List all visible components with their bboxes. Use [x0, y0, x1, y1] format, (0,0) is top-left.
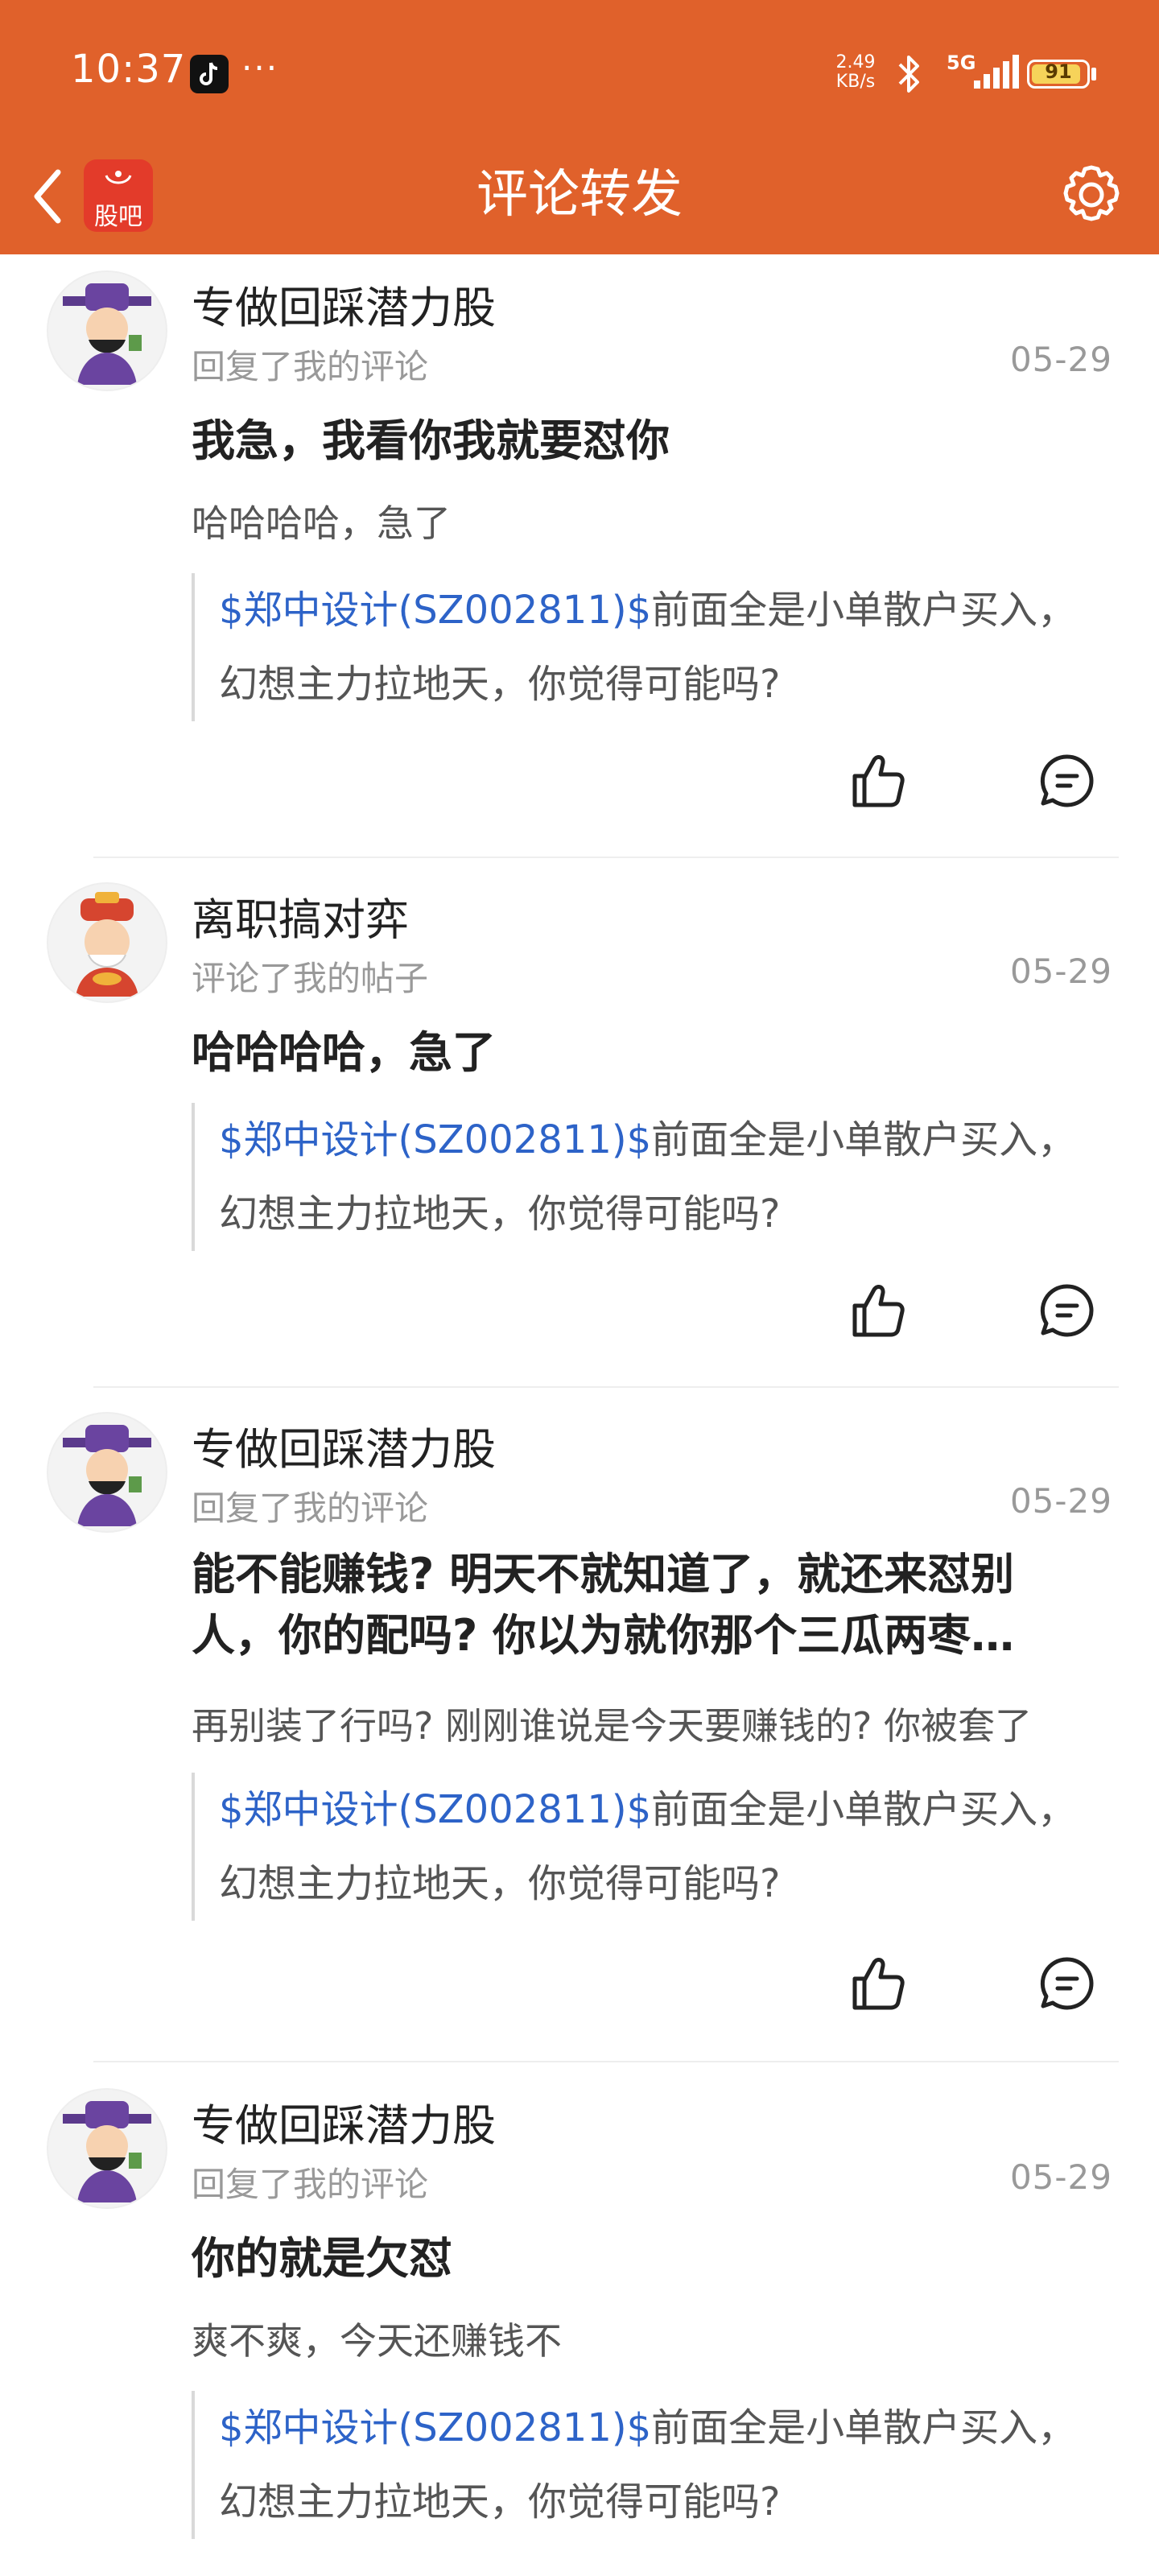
comment-title-line: 你的就是欠怼 — [192, 2233, 452, 2284]
nav-bar: 评论转发 股吧 — [0, 137, 1159, 254]
action-text: 回复了我的评论 — [192, 347, 429, 386]
page-title: 评论转发 — [476, 165, 683, 225]
comment-title[interactable]: 能不能赚钱? 明天不就知道了，就还来怼别 人，你的配吗? 你以为就你那个三瓜两枣… — [192, 1544, 1117, 1666]
timestamp: 05-29 — [1009, 2157, 1112, 2197]
stock-link[interactable]: $郑中设计(SZ002811)$ — [219, 1787, 651, 1832]
comment-title-line: 能不能赚钱? 明天不就知道了，就还来怼别 — [192, 1549, 1015, 1600]
status-bar: 10:37 ··· 2.49 KB/s 5G 91 — [0, 0, 1159, 137]
comment-title-line: 我急，我看你我就要怼你 — [192, 415, 670, 466]
avatar[interactable] — [47, 2088, 167, 2209]
timestamp: 05-29 — [1009, 1481, 1112, 1521]
net-speed: 2.49 KB/s — [829, 53, 882, 92]
stock-link[interactable]: $郑中设计(SZ002811)$ — [219, 2405, 651, 2450]
quoted-post[interactable]: $郑中设计(SZ002811)$前面全是小单散户买入，幻想主力拉地天，你觉得可能… — [192, 573, 1077, 721]
thumbs-up-icon[interactable] — [845, 1278, 909, 1343]
thumbs-up-icon[interactable] — [845, 1951, 909, 2016]
avatar[interactable] — [47, 270, 167, 391]
comment-title[interactable]: 你的就是欠怼 — [192, 2228, 1117, 2289]
comment-title-line: 哈哈哈哈，急了 — [192, 1027, 496, 1078]
caishen-avatar-icon — [63, 1425, 151, 1526]
stock-link[interactable]: $郑中设计(SZ002811)$ — [219, 588, 651, 633]
bluetooth-icon — [898, 56, 919, 93]
quoted-post[interactable]: $郑中设计(SZ002811)$前面全是小单散户买入，幻想主力拉地天，你觉得可能… — [192, 2391, 1077, 2539]
username[interactable]: 专做回踩潜力股 — [192, 2090, 496, 2153]
net-speed-unit: KB/s — [835, 72, 876, 92]
battery-tip — [1091, 68, 1096, 80]
net-speed-value: 2.49 — [835, 52, 876, 72]
avatar[interactable] — [47, 882, 167, 1003]
gear-icon[interactable] — [1053, 156, 1130, 233]
logo-text: 股吧 — [94, 203, 142, 231]
divider — [93, 2061, 1119, 2062]
battery-icon: 91 — [1027, 60, 1090, 89]
battery-level: 91 — [1045, 60, 1072, 83]
guba-logo[interactable]: 股吧 — [84, 159, 153, 232]
username[interactable]: 专做回踩潜力股 — [192, 1414, 496, 1477]
comment-title[interactable]: 我急，我看你我就要怼你 — [192, 411, 1117, 472]
more-dots: ··· — [241, 48, 279, 88]
action-text: 回复了我的评论 — [192, 2165, 429, 2204]
timestamp: 05-29 — [1009, 340, 1112, 379]
avatar[interactable] — [47, 1412, 167, 1533]
comment-subtitle: 爽不爽，今天还赚钱不 — [192, 2319, 562, 2363]
caishen-avatar-icon — [63, 283, 151, 385]
username[interactable]: 离职搞对弈 — [192, 884, 409, 947]
signal-icon — [974, 55, 1019, 89]
tiktok-icon — [190, 55, 229, 93]
list-item[interactable]: 专做回踩潜力股 回复了我的评论 05-29 我急，我看你我就要怼你 哈哈哈哈，急… — [0, 254, 1159, 866]
caishen-avatar-icon — [76, 892, 138, 997]
quoted-post[interactable]: $郑中设计(SZ002811)$前面全是小单散户买入，幻想主力拉地天，你觉得可能… — [192, 1103, 1077, 1251]
comment-title-line: 人，你的配吗? 你以为就你那个三瓜两枣… — [192, 1610, 1015, 1661]
username[interactable]: 专做回踩潜力股 — [192, 272, 496, 336]
list-item[interactable]: 专做回踩潜力股 回复了我的评论 05-29 能不能赚钱? 明天不就知道了，就还来… — [0, 1396, 1159, 2072]
comment-icon[interactable] — [1035, 1951, 1099, 2016]
comment-subtitle: 再别装了行吗? 刚刚谁说是今天要赚钱的? 你被套了 — [192, 1704, 1033, 1748]
list-item[interactable]: 专做回踩潜力股 回复了我的评论 05-29 你的就是欠怼 爽不爽，今天还赚钱不 … — [0, 2072, 1159, 2576]
chevron-left-icon[interactable] — [24, 164, 72, 229]
status-time: 10:37 — [71, 47, 187, 92]
thumbs-up-icon[interactable] — [845, 749, 909, 813]
action-text: 评论了我的帖子 — [192, 959, 429, 998]
timestamp: 05-29 — [1009, 952, 1112, 991]
comment-icon[interactable] — [1035, 1278, 1099, 1343]
logo-mark-icon — [105, 171, 132, 184]
stock-link[interactable]: $郑中设计(SZ002811)$ — [219, 1117, 651, 1162]
action-text: 回复了我的评论 — [192, 1488, 429, 1528]
comment-subtitle: 哈哈哈哈，急了 — [192, 502, 451, 545]
divider — [93, 1386, 1119, 1388]
comment-icon[interactable] — [1035, 749, 1099, 813]
caishen-avatar-icon — [63, 2101, 151, 2202]
list-item[interactable]: 离职搞对弈 评论了我的帖子 05-29 哈哈哈哈，急了 $郑中设计(SZ0028… — [0, 866, 1159, 1396]
divider — [93, 857, 1119, 858]
comment-title[interactable]: 哈哈哈哈，急了 — [192, 1022, 1117, 1084]
quoted-post[interactable]: $郑中设计(SZ002811)$前面全是小单散户买入，幻想主力拉地天，你觉得可能… — [192, 1773, 1077, 1921]
